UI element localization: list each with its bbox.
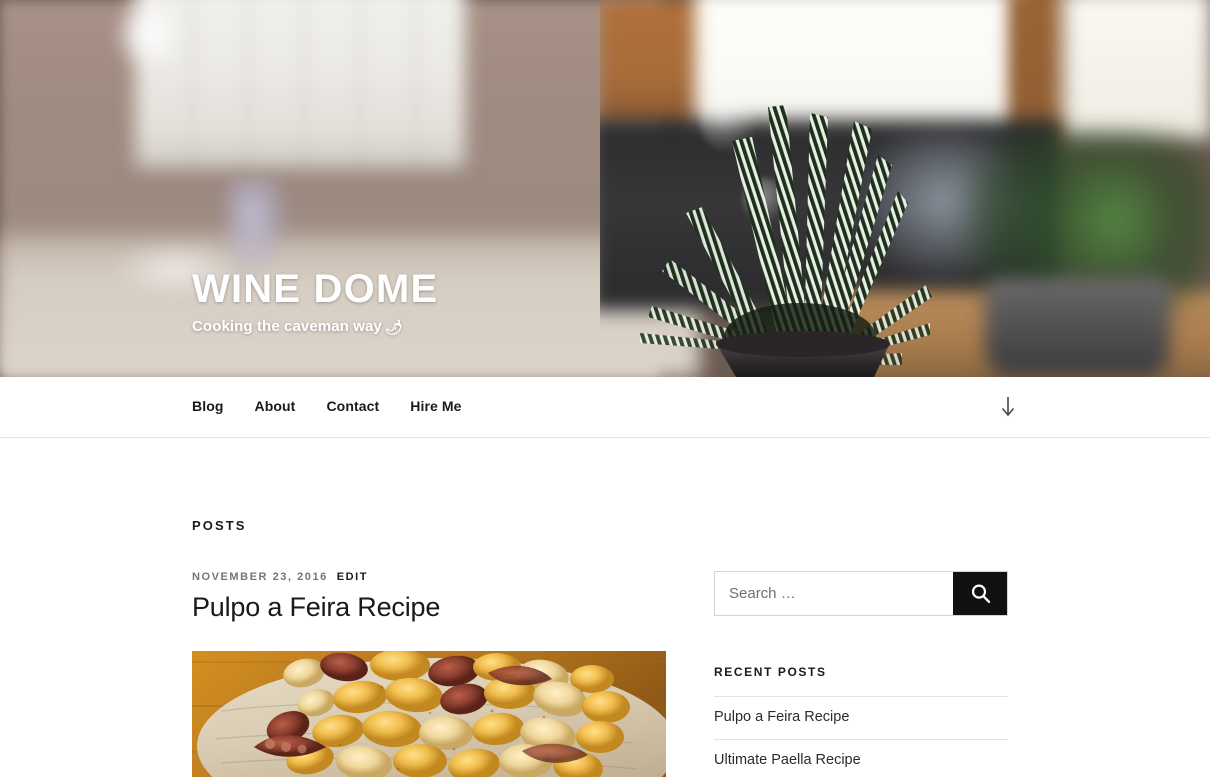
search-icon xyxy=(971,584,990,603)
recent-post-link[interactable]: Pulpo a Feira Recipe xyxy=(714,697,1008,739)
sidebar: RECENT POSTS Pulpo a Feira Recipe Ultima… xyxy=(714,571,1008,777)
recent-posts-list: Pulpo a Feira Recipe Ultimate Paella Rec… xyxy=(714,696,1008,777)
site-content: POSTS NOVEMBER 23, 2016 EDIT Pulpo a Feir… xyxy=(0,438,1210,777)
list-item[interactable]: Ultimate Paella Recipe xyxy=(714,740,1008,777)
site-tagline: Cooking the caveman way 🌶 xyxy=(192,318,438,335)
scroll-down-button[interactable] xyxy=(998,396,1018,418)
post-article: NOVEMBER 23, 2016 EDIT Pulpo a Feira Reci… xyxy=(192,571,666,777)
posts-section-heading: POSTS xyxy=(192,518,247,533)
post-date: NOVEMBER 23, 2016 xyxy=(192,571,328,583)
post-title: Pulpo a Feira Recipe xyxy=(192,591,666,625)
list-item[interactable]: Pulpo a Feira Recipe xyxy=(714,697,1008,740)
arrow-down-icon xyxy=(1001,397,1015,417)
site-tagline-text: Cooking the caveman way xyxy=(192,318,382,335)
nav-link-contact[interactable]: Contact xyxy=(326,398,379,414)
nav-item-hire-me[interactable]: Hire Me xyxy=(410,398,461,416)
nav-link-blog[interactable]: Blog xyxy=(192,398,224,414)
post-edit-link[interactable]: EDIT xyxy=(337,571,368,583)
search-submit-button[interactable] xyxy=(953,572,1007,615)
header-background-photo xyxy=(0,0,1210,377)
post-featured-image[interactable] xyxy=(192,650,666,777)
primary-navigation: Blog About Contact Hire Me xyxy=(0,377,1210,438)
nav-item-contact[interactable]: Contact xyxy=(326,398,379,416)
nav-item-blog[interactable]: Blog xyxy=(192,398,224,416)
search-input[interactable] xyxy=(715,572,953,615)
search-form xyxy=(714,571,1008,616)
nav-item-about[interactable]: About xyxy=(255,398,296,416)
nav-menu: Blog About Contact Hire Me xyxy=(192,398,462,416)
succulent-plant-graphic xyxy=(640,85,950,377)
nav-link-hire-me[interactable]: Hire Me xyxy=(410,398,461,414)
nav-link-about[interactable]: About xyxy=(255,398,296,414)
entry-meta: NOVEMBER 23, 2016 EDIT xyxy=(192,571,666,583)
recent-posts-widget-title: RECENT POSTS xyxy=(714,665,827,679)
primary-column: NOVEMBER 23, 2016 EDIT Pulpo a Feira Reci… xyxy=(192,571,666,777)
post-title-link[interactable]: Pulpo a Feira Recipe xyxy=(192,592,440,622)
recent-post-link[interactable]: Ultimate Paella Recipe xyxy=(714,740,1008,777)
site-title[interactable]: WINE DOME xyxy=(192,268,438,310)
chili-pepper-icon: 🌶 xyxy=(384,319,403,335)
site-header: WINE DOME Cooking the caveman way 🌶 xyxy=(0,0,1210,377)
